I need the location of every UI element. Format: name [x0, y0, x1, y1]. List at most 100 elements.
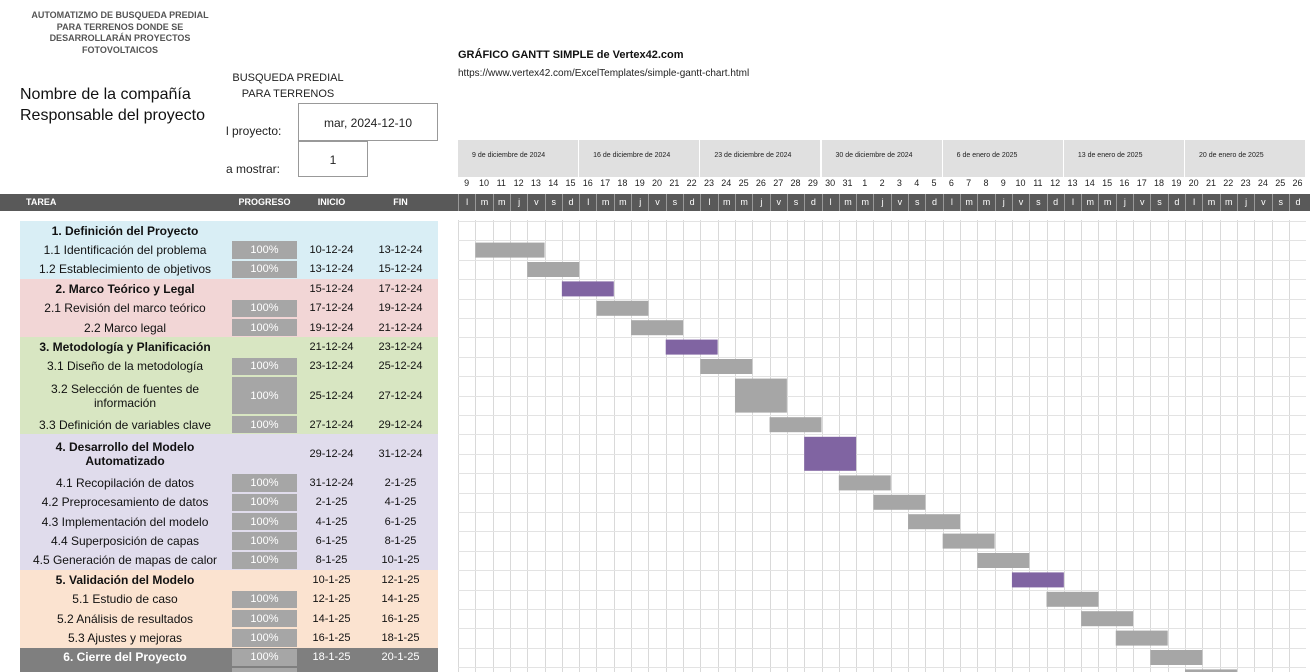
progress-value[interactable]: 100%: [232, 551, 297, 570]
task-name[interactable]: 5.1 Estudio de caso: [20, 590, 230, 609]
task-row[interactable]: 1.2 Establecimiento de objetivos 100% 13-1…: [20, 259, 438, 280]
progress-value[interactable]: 100%: [232, 319, 297, 337]
end-date: 23-12-24: [378, 341, 423, 354]
phase-row[interactable]: 5. Validación del Modelo 10-1-25 12-1-25: [20, 570, 438, 590]
task-row[interactable]: 3.2 Selección de fuentes de información 1…: [20, 376, 438, 415]
task-name[interactable]: 2.2 Marco legal: [20, 318, 230, 337]
task-row[interactable]: 3.1 Diseño de la metodología 100% 23-12-24…: [20, 356, 438, 377]
task-name[interactable]: 1.2 Establecimiento de objetivos: [20, 260, 230, 279]
start-date[interactable]: 13-12-24: [299, 260, 364, 279]
phase-row[interactable]: 6. Cierre del Proyecto 100% 18-1-25 20-1-25: [20, 647, 438, 668]
progress-value[interactable]: 100%: [232, 648, 297, 667]
task-name[interactable]: 5.3 Ajustes y mejoras: [20, 628, 230, 647]
start-date[interactable]: 8-1-25: [299, 551, 364, 570]
company-name[interactable]: Nombre de la compañía: [20, 84, 205, 105]
start-date[interactable]: 16-1-25: [299, 628, 364, 647]
task-bar: [769, 417, 822, 433]
start-date[interactable]: 21-12-24: [299, 337, 364, 356]
phase-row[interactable]: 3. Metodología y Planificación 21-12-24 23…: [20, 337, 438, 357]
progress-value[interactable]: 100%: [232, 590, 297, 608]
progress-value[interactable]: 100%: [232, 474, 297, 492]
task-row[interactable]: 2.1 Revisión del marco teórico 100% 17-12-…: [20, 298, 438, 318]
day-letter: m: [959, 194, 977, 211]
task-name[interactable]: 5.2 Análisis de resultados: [20, 609, 230, 628]
task-row[interactable]: 5.1 Estudio de caso 100% 12-1-25 14-1-25: [20, 589, 438, 609]
task-name[interactable]: 4. Desarrollo del Modelo Automatizado: [20, 434, 230, 473]
task-row[interactable]: 2.2 Marco legal 100% 19-12-24 21-12-24: [20, 318, 438, 338]
progress-value[interactable]: 100%: [232, 493, 297, 511]
start-date[interactable]: 29-12-24: [299, 434, 364, 473]
start-date[interactable]: 31-12-24: [299, 473, 364, 492]
task-name[interactable]: 4.3 Implementación del modelo: [20, 512, 230, 531]
progress-value[interactable]: 100%: [232, 241, 297, 259]
start-date[interactable]: 19-12-24: [299, 318, 364, 337]
task-name[interactable]: 4.4 Superposición de capas: [20, 531, 230, 550]
day-number: 25: [1275, 178, 1286, 188]
start-date[interactable]: 18-1-25: [299, 648, 364, 667]
task-row[interactable]: 5.2 Análisis de resultados 100% 14-1-25 16-…: [20, 609, 438, 629]
start-date[interactable]: 20-1-25: [299, 667, 364, 672]
day-letter: s: [544, 194, 562, 211]
start-date[interactable]: 14-1-25: [299, 609, 364, 628]
display-week-input[interactable]: 1: [298, 141, 368, 177]
task-row[interactable]: 4.2 Preprocesamiento de datos 100% 2-1-25 4…: [20, 492, 438, 512]
start-date[interactable]: 10-12-24: [299, 240, 364, 259]
start-date[interactable]: 12-1-25: [299, 590, 364, 609]
start-date[interactable]: 10-1-25: [299, 570, 364, 589]
progress-value[interactable]: 100%: [232, 513, 297, 531]
task-bar: [1081, 611, 1134, 627]
task-row[interactable]: 5.3 Ajustes y mejoras 100% 16-1-25 18-1-25: [20, 628, 438, 648]
day-letter: m: [1219, 194, 1237, 211]
task-name[interactable]: 6.1 Documentación final: [20, 667, 230, 672]
start-date[interactable]: 4-1-25: [299, 512, 364, 531]
start-date[interactable]: 25-12-24: [299, 376, 364, 415]
task-name[interactable]: 2. Marco Teórico y Legal: [20, 279, 230, 298]
progress-value[interactable]: 100%: [232, 668, 297, 672]
task-name[interactable]: 4.2 Preprocesamiento de datos: [20, 493, 230, 512]
progress-value[interactable]: 100%: [232, 377, 297, 414]
phase-row[interactable]: 1. Definición del Proyecto: [20, 221, 438, 241]
task-name[interactable]: 2.1 Revisión del marco teórico: [20, 299, 230, 318]
start-date[interactable]: 23-12-24: [299, 357, 364, 376]
week-label: 13 de enero de 2025: [1063, 140, 1185, 177]
start-date[interactable]: 15-12-24: [299, 279, 364, 298]
phase-row[interactable]: 4. Desarrollo del Modelo Automatizado 29-…: [20, 434, 438, 474]
progress-value[interactable]: 100%: [232, 357, 297, 376]
task-name[interactable]: 1.1 Identificación del problema: [20, 240, 230, 259]
start-date[interactable]: 27-12-24: [299, 415, 364, 434]
progress-value[interactable]: 100%: [232, 610, 297, 628]
task-name[interactable]: 4.1 Recopilación de datos: [20, 473, 230, 492]
project-start-input[interactable]: mar, 2024-12-10: [298, 103, 438, 141]
end-date: 14-1-25: [381, 593, 420, 606]
end-date: 29-12-24: [378, 418, 423, 431]
project-name[interactable]: BUSQUEDA PREDIAL PARA TERRENOS: [228, 70, 348, 102]
progress-value[interactable]: 100%: [232, 629, 297, 647]
progress-value[interactable]: 100%: [232, 260, 297, 279]
task-row[interactable]: 4.4 Superposición de capas 100% 6-1-25 8-1-…: [20, 531, 438, 551]
start-date[interactable]: 2-1-25: [299, 493, 364, 512]
task-name[interactable]: 3.1 Diseño de la metodología: [20, 357, 230, 376]
gantt-url-link[interactable]: https://www.vertex42.com/ExcelTemplates/…: [458, 68, 749, 79]
task-name[interactable]: 5. Validación del Modelo: [20, 570, 230, 589]
progress-value[interactable]: 100%: [232, 299, 297, 317]
start-date[interactable]: 17-12-24: [299, 299, 364, 318]
task-name[interactable]: 3.3 Definición de variables clave: [20, 415, 230, 434]
task-row[interactable]: 4.5 Generación de mapas de calor 100% 8-1-…: [20, 550, 438, 571]
task-name[interactable]: 3. Metodología y Planificación: [20, 337, 230, 356]
task-row[interactable]: 3.3 Definición de variables clave 100% 27-…: [20, 415, 438, 435]
task-row[interactable]: 4.3 Implementación del modelo 100% 4-1-25 6…: [20, 512, 438, 532]
phase-row[interactable]: 2. Marco Teórico y Legal 15-12-24 17-12-24: [20, 279, 438, 299]
task-row[interactable]: 6.1 Documentación final100%20-1-25 22-1-2…: [20, 667, 438, 672]
column-header-end: FIN: [393, 197, 408, 207]
task-name[interactable]: 1. Definición del Proyecto: [20, 221, 230, 240]
progress-value[interactable]: 100%: [232, 416, 297, 434]
task-name[interactable]: 4.5 Generación de mapas de calor: [20, 551, 230, 570]
task-row[interactable]: 4.1 Recopilación de datos 100% 31-12-24 2-1…: [20, 473, 438, 493]
start-date[interactable]: 6-1-25: [299, 531, 364, 550]
task-name[interactable]: 3.2 Selección de fuentes de información: [20, 376, 230, 415]
project-lead[interactable]: Responsable del proyecto: [20, 105, 205, 126]
task-name[interactable]: 6. Cierre del Proyecto: [20, 648, 230, 667]
task-row[interactable]: 1.1 Identificación del problema 100% 10-12…: [20, 240, 438, 260]
progress-value[interactable]: 100%: [232, 532, 297, 550]
day-number: 16: [1119, 178, 1130, 188]
